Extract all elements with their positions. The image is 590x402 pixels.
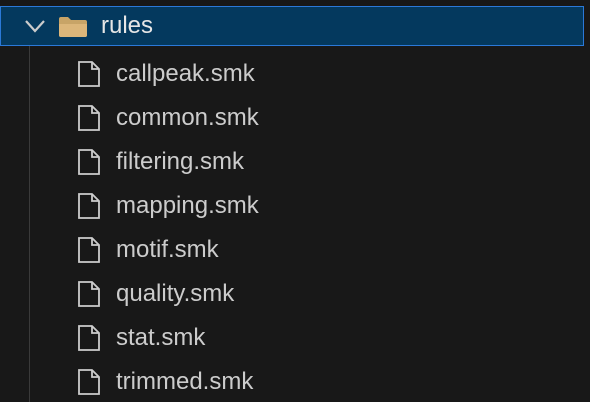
- file-label: mapping.smk: [116, 192, 259, 219]
- file-label: motif.smk: [116, 236, 219, 263]
- file-row[interactable]: motif.smk: [0, 228, 590, 272]
- file-list: callpeak.smk common.smk filtering.smk ma…: [0, 52, 590, 402]
- file-label: filtering.smk: [116, 148, 245, 175]
- file-icon: [77, 148, 101, 176]
- file-row[interactable]: common.smk: [0, 96, 590, 140]
- file-row[interactable]: trimmed.smk: [0, 360, 590, 402]
- file-icon: [77, 236, 101, 264]
- folder-icon: [57, 15, 89, 39]
- file-icon: [77, 192, 101, 220]
- file-label: trimmed.smk: [116, 368, 254, 395]
- folder-row-rules[interactable]: rules: [0, 6, 584, 46]
- file-explorer: rules callpeak.smk common.smk filtering.…: [0, 0, 590, 402]
- file-row[interactable]: quality.smk: [0, 272, 590, 316]
- file-icon: [77, 60, 101, 88]
- file-icon: [77, 368, 101, 396]
- file-row[interactable]: stat.smk: [0, 316, 590, 360]
- file-row[interactable]: mapping.smk: [0, 184, 590, 228]
- file-row[interactable]: callpeak.smk: [0, 52, 590, 96]
- file-label: quality.smk: [116, 280, 235, 307]
- file-label: callpeak.smk: [116, 60, 255, 87]
- file-icon: [77, 280, 101, 308]
- chevron-down-icon[interactable]: [22, 13, 48, 39]
- file-icon: [77, 324, 101, 352]
- folder-label: rules: [101, 12, 154, 39]
- file-label: common.smk: [116, 104, 259, 131]
- file-row[interactable]: filtering.smk: [0, 140, 590, 184]
- file-icon: [77, 104, 101, 132]
- file-label: stat.smk: [116, 324, 206, 351]
